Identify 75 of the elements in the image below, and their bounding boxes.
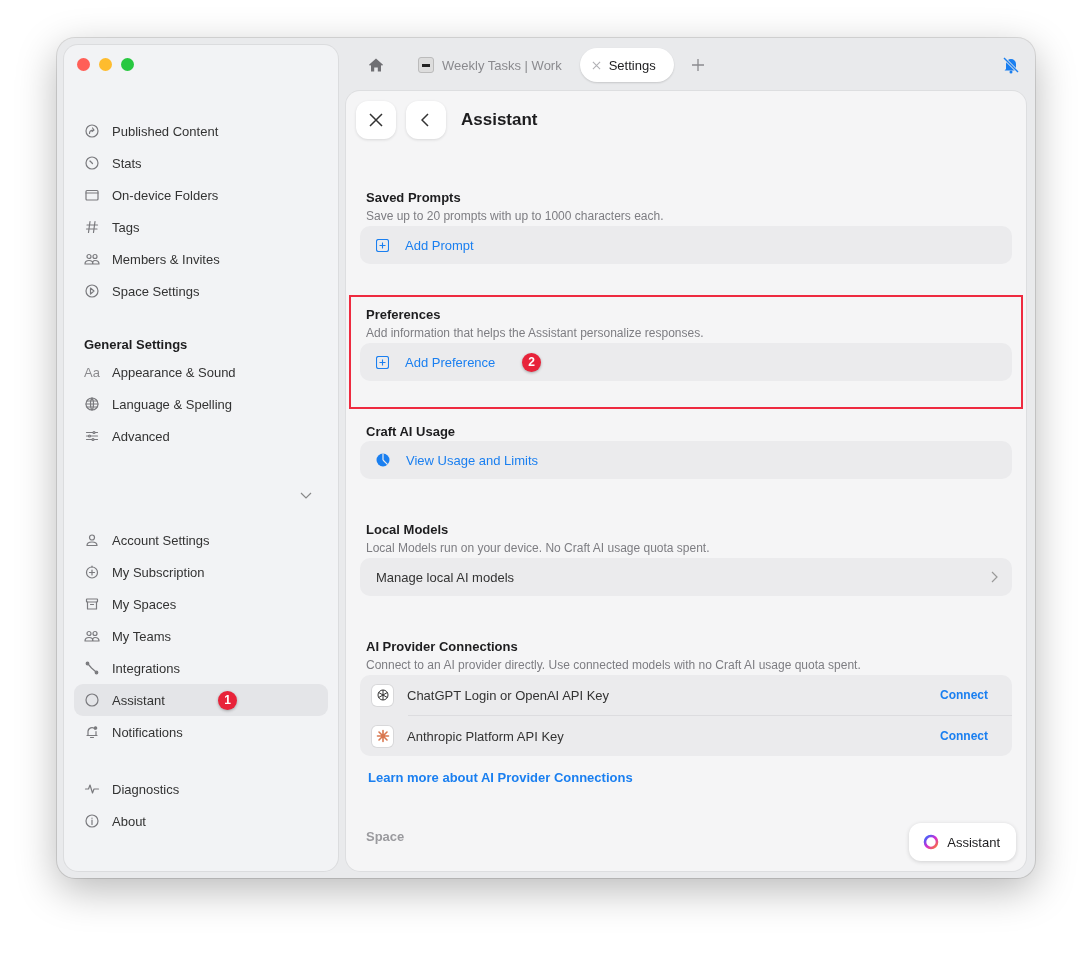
plus-square-icon — [376, 355, 389, 369]
sidebar-item[interactable]: Published Content — [74, 115, 328, 147]
ring-logo-icon — [923, 834, 940, 850]
connection-icon — [84, 660, 100, 676]
section-title: Saved Prompts — [365, 189, 461, 207]
section-title: Space — [365, 828, 405, 846]
plus-icon[interactable] — [691, 59, 704, 71]
sidebar-item[interactable]: Language & Spelling — [74, 388, 328, 420]
close-icon[interactable] — [591, 60, 601, 70]
sidebar-item[interactable]: Aa Appearance & Sound — [74, 356, 328, 388]
page-title: Assistant — [461, 110, 538, 130]
plus-circle-icon — [84, 564, 100, 580]
plus-square-icon — [376, 238, 389, 252]
sidebar-item[interactable]: Advanced — [74, 420, 328, 452]
circle-icon — [84, 692, 100, 708]
section-title: Preferences — [365, 306, 441, 324]
archive-icon — [84, 596, 100, 612]
chevron-left-icon — [421, 113, 431, 127]
chevron-right-icon — [991, 571, 998, 583]
document-icon — [418, 57, 434, 73]
assistant-button[interactable]: Assistant — [909, 823, 1016, 861]
sidebar-item[interactable]: Assistant 1 — [74, 684, 328, 716]
section-description: Save up to 20 prompts with up to 1000 characters each. — [365, 208, 665, 225]
share-circle-icon — [84, 123, 100, 139]
section-description: Local Models run on your device. No Craft AI usage quota spent. — [365, 540, 711, 557]
zoom-window-button[interactable] — [121, 58, 134, 71]
person-icon — [84, 532, 100, 548]
sidebar-item[interactable]: Diagnostics — [74, 773, 328, 805]
sidebar-item[interactable]: On-device Folders — [74, 179, 328, 211]
sidebar-item[interactable]: About — [74, 805, 328, 837]
section-heading: General Settings — [83, 336, 189, 354]
bell-icon — [84, 724, 100, 740]
home-icon[interactable] — [368, 57, 384, 73]
text-size-icon: Aa — [84, 364, 100, 380]
people-icon — [84, 628, 100, 644]
section-description: Add information that helps the Assistant personalize responses. — [365, 325, 705, 342]
provider-name: ChatGPT Login or OpenAI API Key — [407, 687, 610, 703]
close-window-button[interactable] — [77, 58, 90, 71]
sidebar-item[interactable]: Tags — [74, 211, 328, 243]
learn-more-link[interactable]: Learn more about AI Provider Connections — [360, 756, 641, 785]
info-icon — [84, 813, 100, 829]
sidebar-item[interactable]: Members & Invites — [74, 243, 328, 275]
sidebar-item[interactable]: Space Settings — [74, 275, 328, 307]
add-button[interactable]: Add Preference 2 — [360, 343, 1012, 381]
gauge-icon — [84, 155, 100, 171]
manage-models-button[interactable]: Manage local AI models — [360, 558, 1012, 596]
sidebar-item[interactable]: Stats — [74, 147, 328, 179]
annotation-marker: 1 — [218, 690, 237, 710]
section-title: Craft AI Usage — [365, 423, 456, 441]
hash-icon — [84, 219, 100, 235]
knot-logo-icon — [372, 684, 393, 706]
provider-name: Anthropic Platform API Key — [407, 728, 564, 744]
sidebar-item[interactable]: My Subscription — [74, 556, 328, 588]
annotation-marker: 2 — [522, 352, 541, 372]
sidebar-item[interactable]: Account Settings — [74, 524, 328, 556]
starburst-logo-icon — [372, 725, 393, 747]
close-icon — [369, 113, 383, 127]
globe-icon — [84, 396, 100, 412]
section-description: Connect to an AI provider directly. Use connected models with no Craft AI usage quota spent. — [365, 657, 862, 674]
back-button[interactable] — [406, 101, 446, 139]
close-button[interactable] — [356, 101, 396, 139]
sidebar-item[interactable]: Integrations — [74, 652, 328, 684]
chevron-down-icon[interactable] — [300, 492, 312, 500]
section-title: Local Models — [365, 521, 449, 539]
sliders-icon — [84, 428, 100, 444]
folder-icon — [84, 187, 100, 203]
tab[interactable]: Settings — [579, 48, 674, 82]
pie-chart-icon — [376, 453, 390, 467]
sidebar-item[interactable]: Notifications — [74, 716, 328, 748]
people-icon — [84, 251, 100, 267]
muted-bell-icon[interactable] — [1002, 56, 1020, 74]
sidebar-item[interactable]: My Spaces — [74, 588, 328, 620]
minimize-window-button[interactable] — [99, 58, 112, 71]
sidebar-item[interactable]: My Teams — [74, 620, 328, 652]
section-title: AI Provider Connections — [365, 638, 518, 656]
